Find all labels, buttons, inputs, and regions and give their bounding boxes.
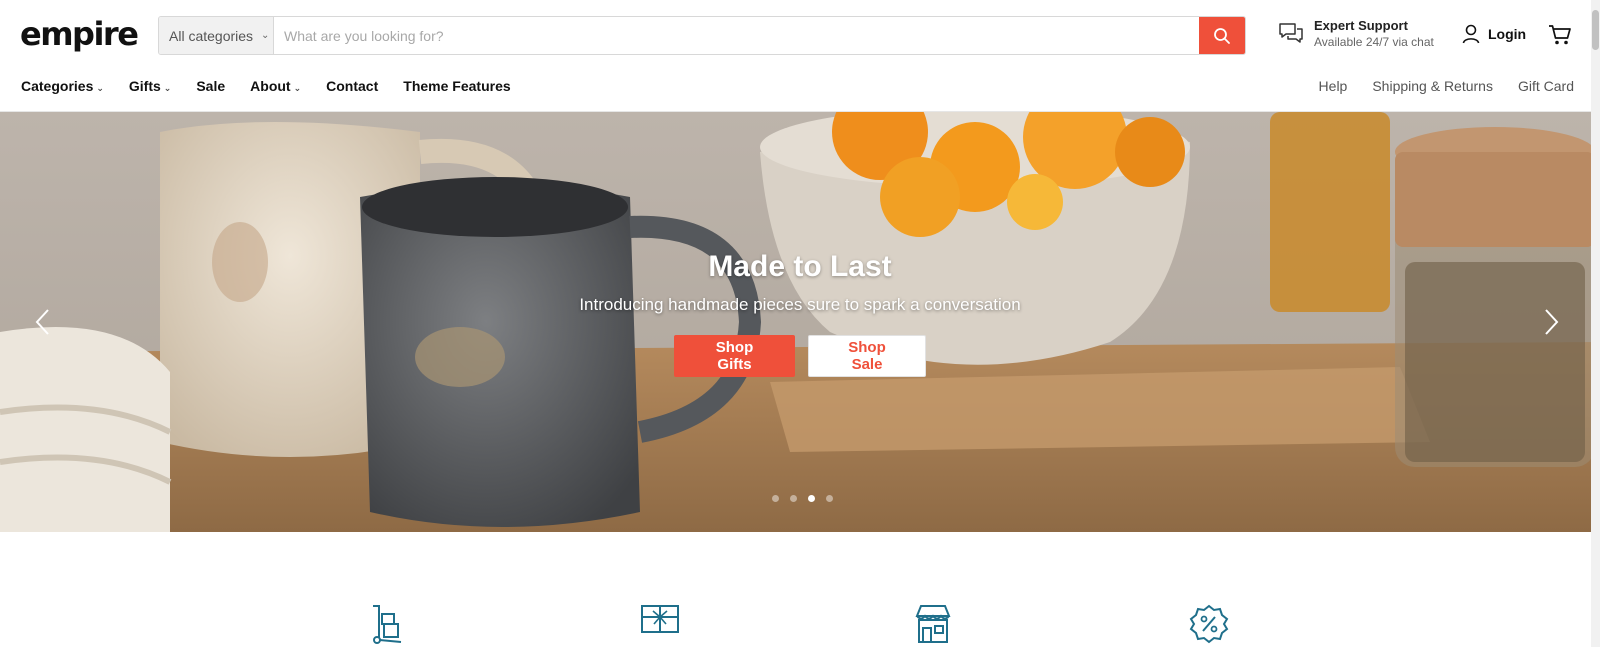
- page-scrollbar[interactable]: [1591, 0, 1600, 647]
- hero-title: Made to Last: [708, 250, 892, 283]
- scrollbar-thumb[interactable]: [1592, 10, 1599, 50]
- search-input[interactable]: [274, 17, 1199, 54]
- nav-item-label: Contact: [326, 78, 379, 94]
- discount-badge-icon: [1189, 604, 1229, 644]
- nav-item-label: Sale: [196, 78, 226, 94]
- features-row: [0, 600, 1600, 647]
- nav-item-label: About: [250, 78, 291, 94]
- nav-item-categories[interactable]: Categories ⌄: [21, 78, 104, 94]
- chat-bubbles-icon: [1279, 23, 1303, 43]
- support-subtitle: Available 24/7 via chat: [1314, 35, 1434, 49]
- nav-right-menu: Help Shipping & Returns Gift Card: [1294, 78, 1574, 94]
- site-header: empire All categories ⌄ Expert Support A…: [0, 0, 1600, 70]
- slide-dot-active[interactable]: [808, 495, 815, 502]
- nav-item-help[interactable]: Help: [1319, 78, 1348, 94]
- login-label: Login: [1488, 26, 1527, 42]
- chevron-down-icon: ⌄: [261, 30, 270, 41]
- slide-dot[interactable]: [826, 495, 833, 502]
- nav-item-shipping-returns[interactable]: Shipping & Returns: [1372, 78, 1493, 94]
- shop-sale-button[interactable]: Shop Sale: [808, 335, 926, 377]
- slide-indicators: [0, 495, 1600, 502]
- chevron-down-icon: ⌄: [96, 83, 104, 93]
- nav-item-label: Categories: [21, 78, 94, 94]
- search-icon: [1214, 27, 1230, 44]
- login-link[interactable]: Login: [1462, 24, 1526, 44]
- shop-gifts-button[interactable]: Shop Gifts: [674, 335, 795, 377]
- category-select-value: All categories: [169, 27, 254, 44]
- nav-item-about[interactable]: About ⌄: [250, 78, 301, 94]
- storefront-icon: [915, 605, 951, 643]
- hero-content: Made to Last Introducing handmade pieces…: [0, 247, 1600, 377]
- chevron-down-icon: ⌄: [293, 83, 302, 93]
- nav-item-sale[interactable]: Sale: [196, 78, 225, 94]
- site-logo[interactable]: empire: [20, 14, 139, 54]
- nav-item-gift-card[interactable]: Gift Card: [1518, 78, 1574, 94]
- expert-support[interactable]: Expert Support Available 24/7 via chat: [1278, 18, 1434, 50]
- hand-truck-icon: [373, 605, 402, 644]
- support-title: Expert Support: [1314, 18, 1408, 33]
- user-icon: [1462, 24, 1480, 44]
- nav-left-menu: Categories ⌄ Gifts ⌄ Sale About ⌄ Contact T…: [21, 78, 536, 94]
- cart-button[interactable]: [1548, 24, 1572, 51]
- category-select[interactable]: All categories ⌄: [159, 17, 274, 54]
- search-bar: All categories ⌄: [158, 16, 1246, 55]
- nav-item-label: Gifts: [128, 78, 161, 94]
- hero-subtitle: Introducing handmade pieces sure to spar…: [579, 295, 1021, 314]
- hero-slideshow: Made to Last Introducing handmade pieces…: [0, 112, 1600, 532]
- nav-item-label: Theme Features: [403, 78, 511, 94]
- cart-icon: [1549, 25, 1571, 45]
- slide-dot[interactable]: [790, 495, 797, 502]
- nav-item-gifts[interactable]: Gifts ⌄: [129, 78, 171, 94]
- gift-card-icon: [641, 605, 679, 633]
- search-button[interactable]: [1199, 17, 1245, 54]
- main-navigation: Categories ⌄ Gifts ⌄ Sale About ⌄ Contact T…: [0, 70, 1600, 112]
- slide-dot[interactable]: [772, 495, 779, 502]
- nav-item-theme-features[interactable]: Theme Features: [403, 78, 510, 94]
- nav-item-contact[interactable]: Contact: [326, 78, 378, 94]
- chevron-down-icon: ⌄: [163, 83, 172, 93]
